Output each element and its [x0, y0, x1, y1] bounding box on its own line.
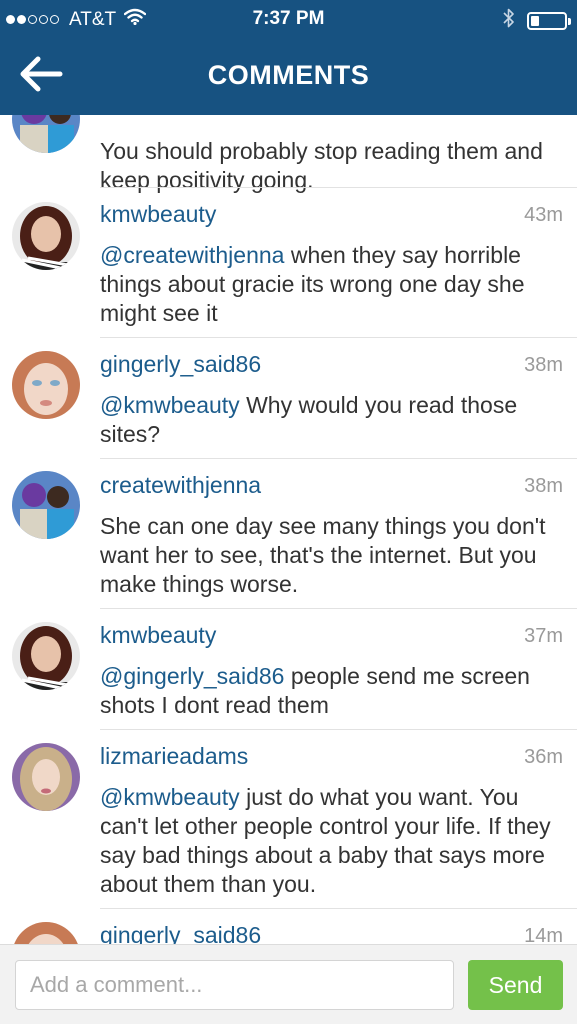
- bluetooth-icon: [503, 8, 515, 34]
- comment-username[interactable]: createwithjenna: [100, 472, 261, 499]
- comment-item: gingerly_said86 38m @kmwbeauty Why would…: [0, 338, 577, 459]
- comment-timestamp: 38m: [524, 475, 563, 497]
- comment-timestamp: 43m: [524, 204, 563, 226]
- comment-username[interactable]: kmwbeauty: [100, 622, 216, 649]
- comment-timestamp: 38m: [524, 354, 563, 376]
- comment-input[interactable]: [15, 960, 454, 1010]
- comment-timestamp: 14m: [524, 925, 563, 944]
- avatar[interactable]: [12, 922, 80, 944]
- battery-level: [531, 16, 539, 26]
- comments-list[interactable]: You should probably stop reading them an…: [0, 115, 577, 944]
- mention-link[interactable]: @createwithjenna: [100, 242, 284, 268]
- comment-text: @kmwbeauty Why would you read those site…: [100, 391, 565, 449]
- avatar[interactable]: [12, 351, 80, 419]
- avatar[interactable]: [12, 202, 80, 270]
- comment-body: You should probably stop reading them an…: [100, 138, 543, 193]
- comment-text: @kmwbeauty just do what you want. You ca…: [100, 783, 565, 899]
- avatar[interactable]: [12, 115, 80, 153]
- battery-icon: [527, 12, 571, 30]
- comment-body: She can one day see many things you don'…: [100, 513, 546, 597]
- status-time: 7:37 PM: [252, 8, 325, 29]
- comment-item: gingerly_said86 14m: [0, 909, 577, 944]
- comment-text: @gingerly_said86 people send me screen s…: [100, 662, 565, 720]
- comment-username[interactable]: kmwbeauty: [100, 201, 216, 228]
- comment-timestamp: 37m: [524, 625, 563, 647]
- avatar[interactable]: [12, 622, 80, 690]
- comment-item: lizmarieadams 36m @kmwbeauty just do wha…: [0, 730, 577, 909]
- mention-link[interactable]: @kmwbeauty: [100, 392, 240, 418]
- comment-text: She can one day see many things you don'…: [100, 512, 565, 599]
- nav-bar: COMMENTS: [0, 38, 577, 115]
- comment-text: @createwithjenna when they say horrible …: [100, 241, 565, 328]
- mention-link[interactable]: @gingerly_said86: [100, 663, 284, 689]
- status-bar: AT&T 7:37 PM: [0, 0, 577, 38]
- send-button[interactable]: Send: [468, 960, 563, 1010]
- avatar[interactable]: [12, 743, 80, 811]
- page-title: COMMENTS: [207, 60, 370, 90]
- app-header: AT&T 7:37 PM COMMENTS: [0, 0, 577, 115]
- comment-item: kmwbeauty 37m @gingerly_said86 people se…: [0, 609, 577, 730]
- comment-item: createwithjenna 38m She can one day see …: [0, 459, 577, 609]
- comment-item: You should probably stop reading them an…: [0, 115, 577, 193]
- avatar[interactable]: [12, 471, 80, 539]
- mention-link[interactable]: @kmwbeauty: [100, 784, 240, 810]
- status-right: [503, 8, 571, 34]
- comment-timestamp: 36m: [524, 746, 563, 768]
- comment-item: kmwbeauty 43m @createwithjenna when they…: [0, 188, 577, 338]
- comment-username[interactable]: gingerly_said86: [100, 351, 261, 378]
- comment-username[interactable]: lizmarieadams: [100, 743, 248, 770]
- comment-username[interactable]: gingerly_said86: [100, 922, 261, 944]
- compose-bar: Send: [0, 944, 577, 1024]
